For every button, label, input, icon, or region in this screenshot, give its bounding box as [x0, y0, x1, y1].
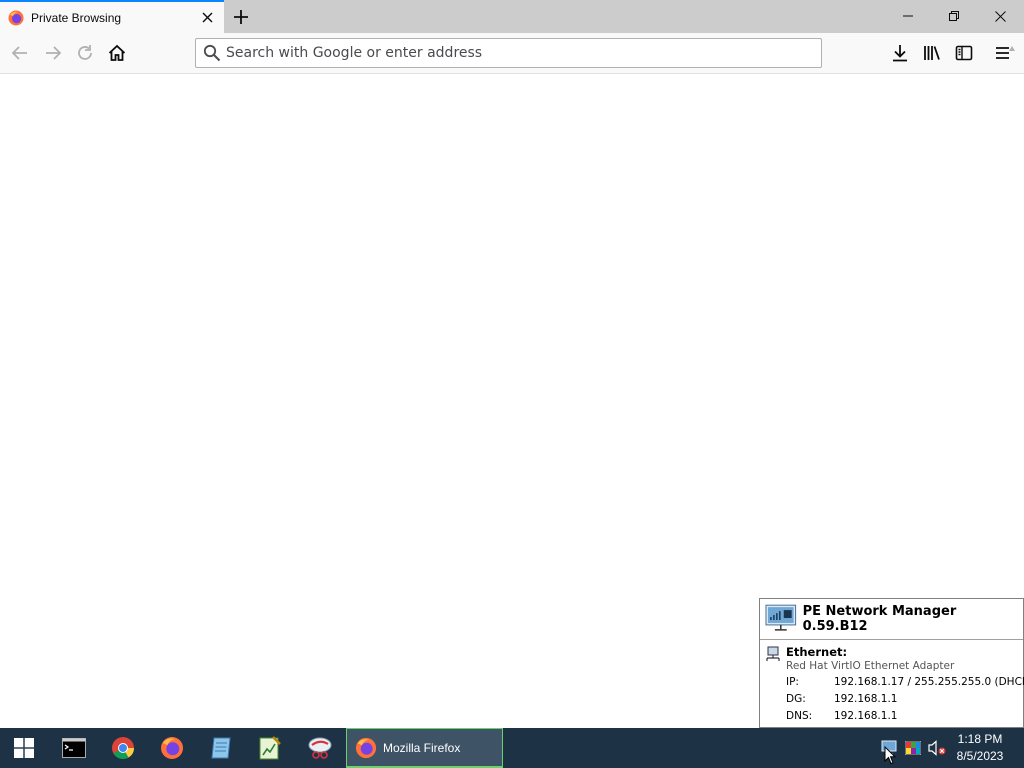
address-bar[interactable] [195, 38, 822, 68]
back-button[interactable] [4, 37, 36, 69]
new-tab-button[interactable] [229, 5, 253, 29]
navigation-toolbar [0, 33, 1024, 74]
minimize-icon [903, 15, 913, 17]
firefox-icon [355, 737, 377, 758]
clock-time: 1:18 PM [957, 732, 1003, 746]
library-icon [924, 46, 940, 60]
restore-button[interactable] [931, 0, 977, 32]
gateway-label: DG: [786, 693, 806, 705]
download-icon [893, 45, 907, 62]
network-manager-icon [765, 604, 797, 631]
start-button[interactable] [0, 728, 48, 768]
taskbar-spreadsheet-editor[interactable] [246, 728, 294, 768]
search-icon [203, 44, 221, 62]
popup-header: PE Network Manager 0.59.B12 [760, 599, 1023, 640]
popup-title: PE Network Manager 0.59.B12 [802, 604, 957, 634]
close-window-button[interactable] [977, 0, 1023, 32]
windows-start-icon [14, 738, 34, 758]
menu-icon [996, 46, 1015, 59]
reload-icon [78, 45, 92, 60]
system-clock[interactable]: 1:18 PM 8/5/2023 [944, 728, 1016, 768]
minimize-button[interactable] [885, 0, 931, 32]
ip-value: 192.168.1.17 / 255.255.255.0 (DHCP) [834, 676, 1024, 688]
back-arrow-icon [11, 46, 27, 60]
command-prompt-icon [62, 738, 86, 758]
taskbar-snipping-tool[interactable] [296, 728, 344, 768]
search-input[interactable] [226, 40, 821, 66]
reload-button[interactable] [69, 37, 101, 69]
dns-label: DNS: [786, 710, 813, 722]
home-icon [108, 44, 126, 61]
taskbar-chrome[interactable] [99, 728, 147, 768]
clock-date: 8/5/2023 [956, 749, 1004, 763]
mouse-cursor-icon [884, 746, 896, 765]
downloads-button[interactable] [884, 37, 916, 69]
library-button[interactable] [916, 37, 948, 69]
plus-icon [234, 10, 248, 24]
restore-icon [949, 11, 959, 21]
gateway-value: 192.168.1.1 [834, 693, 898, 705]
taskbar-active-firefox-window[interactable]: Mozilla Firefox [346, 728, 503, 768]
taskbar-command-prompt[interactable] [50, 728, 98, 768]
firefox-icon [161, 737, 183, 759]
forward-arrow-icon [46, 46, 62, 60]
firefox-icon [8, 10, 24, 25]
home-button[interactable] [101, 37, 133, 69]
menu-button[interactable] [989, 37, 1021, 69]
ip-row: IP: 192.168.1.17 / 255.255.255.0 (DHCP) [786, 676, 1024, 688]
chrome-icon [112, 737, 134, 759]
sidebar-button[interactable] [948, 37, 980, 69]
ethernet-icon [766, 646, 780, 661]
taskbar: Mozilla Firefox 1:18 PM 8/5/2023 [0, 728, 1024, 768]
ethernet-heading: Ethernet: [786, 645, 848, 659]
adapter-name: Red Hat VirtIO Ethernet Adapter [786, 660, 955, 672]
forward-button[interactable] [37, 37, 69, 69]
active-window-label: Mozilla Firefox [383, 740, 461, 755]
dns-value: 192.168.1.1 [834, 710, 898, 722]
tab-title: Private Browsing [31, 10, 122, 25]
network-manager-popup: PE Network Manager 0.59.B12 Ethernet: Re… [759, 598, 1024, 728]
spreadsheet-editor-icon [259, 736, 281, 760]
snipping-tool-icon [308, 737, 332, 759]
sidebar-icon [955, 45, 973, 61]
dns-row: DNS: 192.168.1.1 [786, 710, 897, 722]
taskbar-firefox[interactable] [148, 728, 196, 768]
notepad-icon [211, 737, 231, 759]
color-display-icon [905, 741, 921, 755]
close-tab-icon[interactable] [199, 10, 215, 26]
close-icon [994, 10, 1006, 22]
taskbar-notepad[interactable] [197, 728, 245, 768]
tray-color-display[interactable] [903, 728, 923, 768]
gateway-row: DG: 192.168.1.1 [786, 693, 897, 705]
tab-private-browsing[interactable]: Private Browsing [0, 0, 224, 33]
ip-label: IP: [786, 676, 799, 688]
tab-strip: Private Browsing [0, 0, 1024, 33]
